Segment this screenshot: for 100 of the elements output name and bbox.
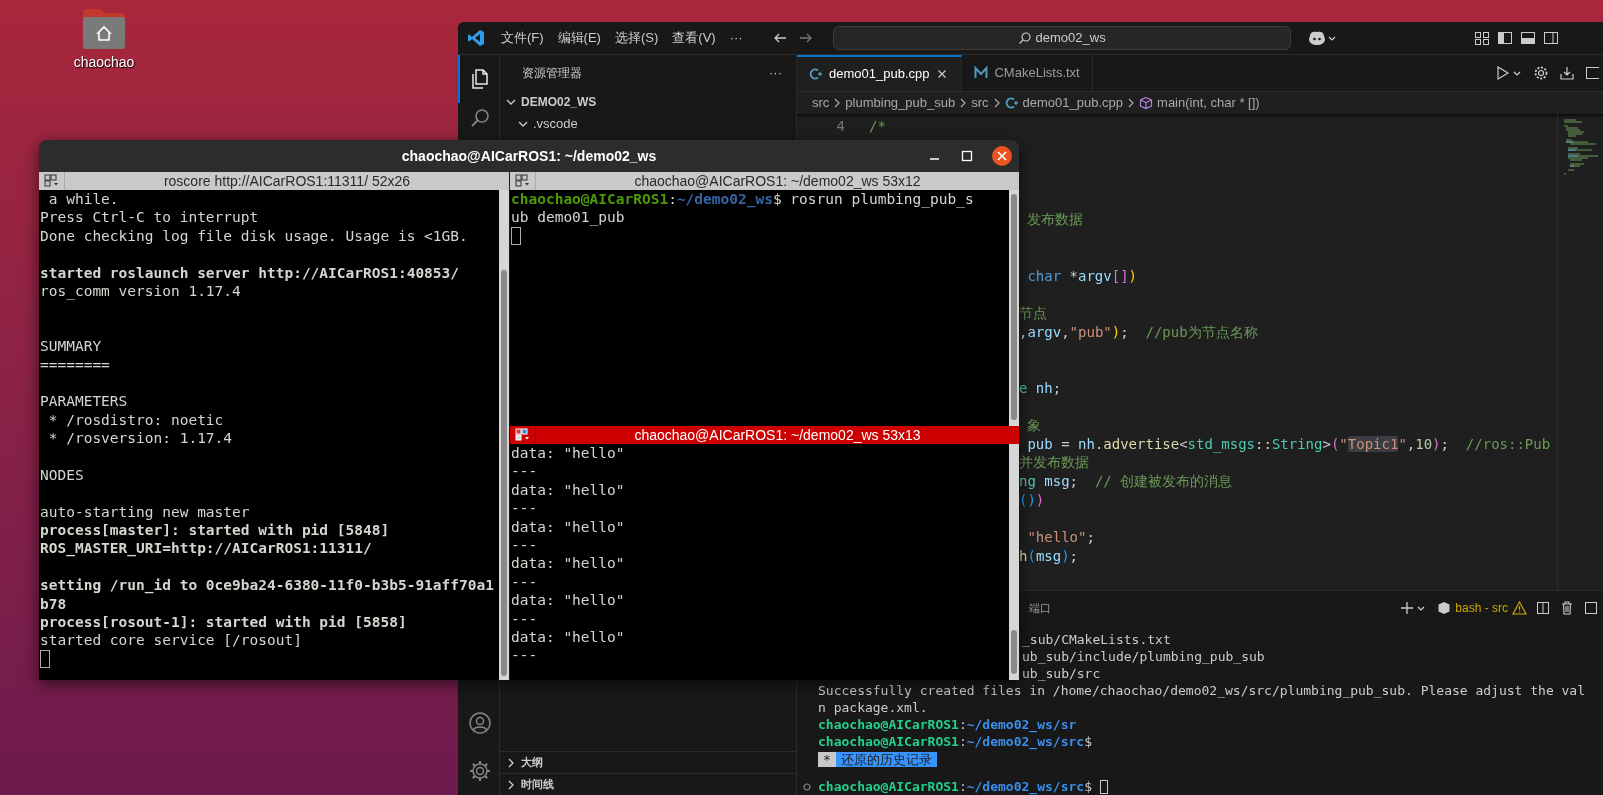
text-cursor: [511, 226, 521, 245]
scrollbar-thumb[interactable]: [501, 270, 507, 676]
scrollbar-thumb[interactable]: [1011, 630, 1017, 674]
section-header[interactable]: 大纲: [521, 754, 543, 771]
terminal-line: * /rosversion: 1.17.4: [47, 430, 233, 447]
terminal-line: data: "hello": [511, 481, 625, 498]
terminal-line: chaochao@AICarROS1:~/demo02_ws/src$: [818, 778, 1092, 795]
code-line: 节点: [1019, 303, 1047, 323]
menu-item[interactable]: 编辑(E): [550, 26, 608, 50]
breadcrumb-item[interactable]: src: [971, 93, 989, 113]
text-cursor: [1099, 779, 1108, 794]
layout-grid-icon[interactable]: [514, 174, 531, 188]
terminal-line: n package.xml.: [818, 699, 928, 716]
pane-header[interactable]: chaochao@AICarROS1: ~/demo02_ws 53x12: [510, 172, 1019, 190]
copilot-icon[interactable]: [1306, 30, 1337, 46]
search-icon: [1017, 31, 1032, 45]
terminal-line: auto-starting new master: [40, 503, 250, 520]
cmake-file-icon: [974, 66, 989, 80]
terminal-line: data: "hello": [511, 628, 625, 645]
breadcrumb-item[interactable]: main(int, char * []): [1157, 93, 1260, 113]
terminal-line: ---: [511, 463, 538, 480]
terminal-line: started core service [/rosout]: [40, 632, 302, 649]
terminal-line: a while.: [47, 191, 119, 207]
account-icon: [468, 711, 492, 735]
settings-icon[interactable]: [1533, 65, 1549, 81]
menu-item[interactable]: 查看(V): [665, 26, 723, 50]
layout-controls-icon[interactable]: [1474, 30, 1490, 46]
panel-tab[interactable]: 端口: [1023, 596, 1057, 620]
panel-layout-icon[interactable]: [1583, 600, 1599, 616]
terminal-line: ---: [511, 536, 538, 553]
code-line: ()): [1019, 490, 1045, 510]
code-line: /*: [869, 117, 886, 136]
restored-history-hint: * 还原的历史记录: [818, 751, 937, 768]
menu-item[interactable]: 文件(F): [494, 26, 551, 50]
tab-label: CMakeLists.txt: [994, 64, 1080, 83]
terminal-line: data: "hello": [511, 445, 625, 461]
code-line: 发布数据: [1026, 210, 1084, 230]
terminal-line: ---: [511, 647, 538, 664]
terminal-line: chaochao@AICarROS1:~/demo02_ws/sr: [818, 716, 1077, 733]
pane-header[interactable]: chaochao@AICarROS1: ~/demo02_ws 53x13: [510, 426, 1019, 444]
terminal-line: ros_comm version 1.17.4: [40, 282, 241, 299]
terminal-line: Press Ctrl-C to interrupt: [40, 209, 259, 226]
terminal-line: data: "hello": [511, 518, 625, 535]
terminal-line: ---: [511, 573, 538, 590]
terminal-line: b78: [40, 595, 67, 612]
pane-header[interactable]: roscore http://AICarROS1:11311/ 52x26: [39, 172, 509, 190]
tree-item[interactable]: .vscode: [533, 114, 578, 134]
terminal-line: ROS_MASTER_URI=http://AICarROS1:11311/: [40, 540, 372, 557]
split-editor-icon[interactable]: [1585, 65, 1599, 81]
terminal-line: chaochao@AICarROS1:~/demo02_ws/src$: [818, 733, 1092, 750]
terminal-line: started roslaunch server http://AICarROS1:40853/: [40, 264, 460, 281]
terminal-line: ub_sub/include/plumbing_pub_sub: [1022, 648, 1265, 665]
terminal-line: Done checking log file disk usage. Usage is <1GB.: [40, 227, 468, 244]
terminal-selector[interactable]: bash - src: [1437, 599, 1527, 617]
trash-icon[interactable]: [1559, 600, 1575, 616]
code-line: 象: [1026, 416, 1042, 435]
terminal-line: _sub/CMakeLists.txt: [1022, 631, 1171, 648]
code-line: h(msg);: [1019, 546, 1079, 566]
home-folder-icon[interactable]: [81, 8, 127, 50]
command-center-search[interactable]: demo02_ws: [832, 26, 1291, 50]
section-header[interactable]: 时间线: [521, 776, 554, 793]
split-terminal-icon[interactable]: [1535, 600, 1551, 616]
terminal-line: ub demo01_pub: [511, 209, 625, 226]
terminal-line: setting /run_id to 0ce9ba24-6380-11f0-b3b5-91aff70a1: [40, 577, 494, 594]
toggle-panel-icon[interactable]: [1520, 30, 1536, 46]
text-cursor: [40, 649, 50, 668]
tree-item[interactable]: DEMO02_WS: [521, 93, 597, 111]
cpp-file-icon: [809, 67, 823, 81]
menu-item[interactable]: 选择(S): [607, 26, 666, 50]
toggle-secondary-sidebar-icon[interactable]: [1543, 30, 1559, 46]
app-logo-icon: [467, 29, 485, 47]
code-line: ng msg; // 创建被发布的消息: [1019, 472, 1233, 491]
maximize-icon[interactable]: [959, 148, 975, 164]
layout-grid-icon[interactable]: [43, 174, 60, 188]
download-icon[interactable]: [1559, 65, 1575, 81]
breadcrumb-item[interactable]: demo01_pub.cpp: [1022, 93, 1124, 113]
more-actions-button[interactable]: ···: [769, 63, 782, 83]
command-decoration-icon[interactable]: [803, 783, 811, 791]
terminal-line: ========: [40, 356, 110, 373]
breadcrumb-item[interactable]: src: [812, 93, 830, 113]
terminal-line: * /rosdistro: noetic: [47, 411, 224, 428]
terminal-line: process[master]: started with pid [5848]: [40, 522, 390, 539]
menu-item[interactable]: ···: [722, 26, 750, 50]
settings-icon: [468, 759, 492, 783]
terminal-line: Successfully created files in /home/chaochao/demo02_ws/src/plumbing_pub_sub. Please adjust the val: [818, 682, 1585, 699]
toggle-sidebar-icon[interactable]: [1497, 30, 1513, 46]
code-line: ,argv,"pub"); //pub为节点名称: [1019, 322, 1258, 342]
editor-tab[interactable]: demo01_pub.cpp: [797, 55, 963, 91]
terminal-line: ub_sub/src: [1022, 665, 1101, 682]
editor-tab[interactable]: CMakeLists.txt: [962, 55, 1093, 91]
line-number: 4: [835, 117, 845, 136]
desktop-icon-label[interactable]: chaochao: [73, 52, 135, 73]
scrollbar-thumb[interactable]: [1011, 194, 1017, 420]
breadcrumb-item[interactable]: plumbing_pub_sub: [845, 93, 956, 113]
layout-grid-icon[interactable]: [514, 428, 531, 442]
close-icon[interactable]: [991, 145, 1013, 167]
window-title: chaochao@AICarROS1: ~/demo02_ws: [401, 146, 657, 166]
run-debug-icon[interactable]: [1495, 65, 1523, 81]
code-line: "hello";: [1026, 528, 1095, 547]
terminal-line: data: "hello": [511, 592, 625, 609]
